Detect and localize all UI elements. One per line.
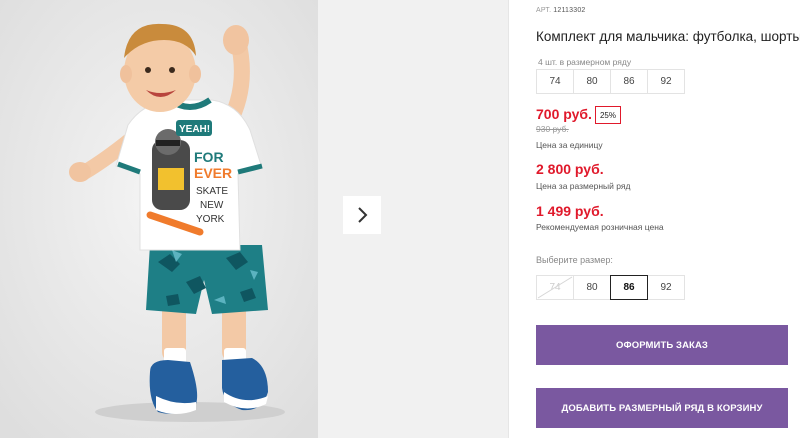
size-row-cell: 86 <box>610 69 648 94</box>
product-details: АРТ. 12113302 Комплект для мальчика: футб… <box>536 0 800 438</box>
size-row-cell: 74 <box>536 69 574 94</box>
print-text-yeah: YEAH! <box>179 124 210 135</box>
print-text-ever: EVER <box>194 165 232 181</box>
size-row-caption: 4 шт. в размерном ряду <box>538 57 632 67</box>
size-option-label: 92 <box>660 282 672 293</box>
place-order-button[interactable]: ОФОРМИТЬ ЗАКАЗ <box>536 325 788 365</box>
print-text-york: YORK <box>196 214 225 225</box>
unavailable-strike-icon <box>537 276 573 299</box>
size-option-label: 86 <box>623 282 635 293</box>
size-option-label: 80 <box>586 282 598 293</box>
print-text-for: FOR <box>194 149 224 165</box>
unit-price-caption: Цена за единицу <box>536 140 603 150</box>
retail-price-caption: Рекомендуемая розничная цена <box>536 222 664 232</box>
discount-badge: 25% <box>595 106 621 124</box>
size-row-list: 74 80 86 92 <box>536 69 685 94</box>
size-option-74[interactable]: 74 <box>536 275 574 300</box>
size-option-86[interactable]: 86 <box>610 275 648 300</box>
article-value: 12113302 <box>553 7 586 14</box>
article-number: АРТ. 12113302 <box>536 7 586 14</box>
gallery-divider <box>508 0 509 438</box>
chevron-right-icon <box>358 207 368 223</box>
old-price: 930 руб. <box>536 124 569 134</box>
product-title: Комплект для мальчика: футболка, шорты <box>536 29 800 44</box>
unit-price: 700 руб. <box>536 106 592 122</box>
size-row-price: 2 800 руб. <box>536 161 604 177</box>
size-row-cell: 92 <box>647 69 685 94</box>
size-row-price-caption: Цена за размерный ряд <box>536 181 631 191</box>
print-text-new: NEW <box>200 200 224 211</box>
size-option-92[interactable]: 92 <box>647 275 685 300</box>
boy-photo-illustration: YEAH! FOR EVER SKATE NEW YORK <box>0 0 318 438</box>
print-text-skate: SKATE <box>196 186 228 197</box>
choose-size-label: Выберите размер: <box>536 255 613 265</box>
size-selector: 74 80 86 92 <box>536 275 685 300</box>
retail-price: 1 499 руб. <box>536 203 604 219</box>
product-photo[interactable]: YEAH! FOR EVER SKATE NEW YORK <box>0 0 318 438</box>
article-label: АРТ. <box>536 7 552 14</box>
product-gallery: YEAH! FOR EVER SKATE NEW YORK <box>0 0 508 438</box>
next-image-button[interactable] <box>343 196 381 234</box>
add-size-row-to-cart-button[interactable]: ДОБАВИТЬ РАЗМЕРНЫЙ РЯД В КОРЗИНУ <box>536 388 788 428</box>
size-option-80[interactable]: 80 <box>573 275 611 300</box>
size-row-cell: 80 <box>573 69 611 94</box>
